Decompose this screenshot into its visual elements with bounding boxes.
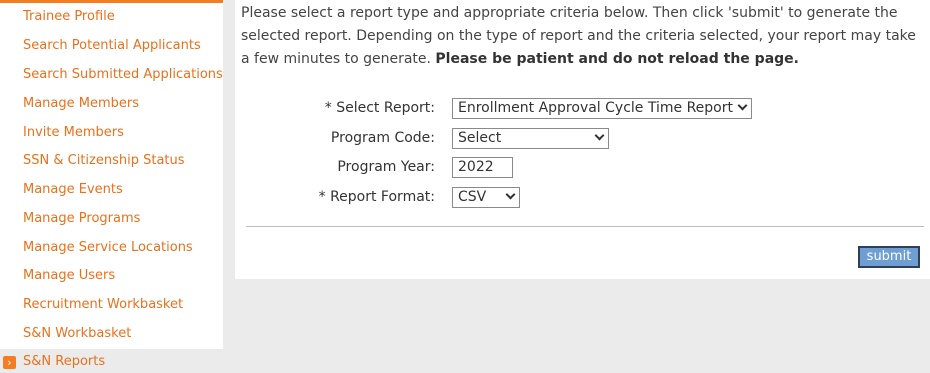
submit-button[interactable]: submit bbox=[858, 246, 920, 268]
sidebar-item-manage-events[interactable]: Manage Events bbox=[23, 182, 123, 198]
report-format-label: * Report Format: bbox=[318, 189, 435, 205]
report-format-dropdown[interactable]: CSV bbox=[452, 187, 520, 208]
sidebar-item-sn-workbasket[interactable]: S&N Workbasket bbox=[23, 326, 131, 342]
sidebar: Trainee Profile Search Potential Applica… bbox=[0, 0, 223, 373]
program-year-input[interactable]: 2022 bbox=[452, 157, 513, 178]
sidebar-item-label: S&N Reports bbox=[23, 354, 106, 369]
instructions-warning: Please be patient and do not reload the … bbox=[435, 51, 799, 67]
sidebar-item-invite-members[interactable]: Invite Members bbox=[23, 125, 124, 141]
chevron-down-icon bbox=[505, 189, 516, 200]
program-code-value: Select bbox=[458, 130, 502, 146]
instructions-text: Please select a report type and appropri… bbox=[241, 2, 926, 71]
sidebar-item-manage-service-locations[interactable]: Manage Service Locations bbox=[23, 240, 193, 256]
report-format-value: CSV bbox=[458, 189, 487, 205]
sidebar-item-search-potential-applicants[interactable]: Search Potential Applicants bbox=[23, 38, 201, 54]
chevron-down-icon bbox=[594, 130, 605, 141]
program-code-dropdown[interactable]: Select bbox=[452, 128, 609, 149]
sidebar-item-ssn-citizenship-status[interactable]: SSN & Citizenship Status bbox=[23, 153, 185, 169]
sidebar-item-recruitment-workbasket[interactable]: Recruitment Workbasket bbox=[23, 297, 183, 313]
sidebar-top-accent bbox=[0, 0, 223, 3]
sidebar-item-sn-reports[interactable]: › S&N Reports bbox=[0, 349, 223, 373]
sidebar-item-search-submitted-applications[interactable]: Search Submitted Applications bbox=[23, 67, 223, 83]
chevron-down-icon bbox=[737, 100, 748, 111]
report-panel: Please select a report type and appropri… bbox=[235, 0, 930, 279]
sidebar-item-manage-users[interactable]: Manage Users bbox=[23, 268, 115, 284]
select-report-dropdown[interactable]: Enrollment Approval Cycle Time Report bbox=[452, 98, 752, 119]
select-report-value: Enrollment Approval Cycle Time Report bbox=[458, 100, 733, 116]
sidebar-item-manage-programs[interactable]: Manage Programs bbox=[23, 211, 140, 227]
arrow-right-icon: › bbox=[3, 356, 16, 369]
select-report-label: * Select Report: bbox=[324, 100, 435, 116]
program-code-label: Program Code: bbox=[330, 130, 435, 146]
sidebar-item-manage-members[interactable]: Manage Members bbox=[23, 96, 139, 112]
form-divider bbox=[246, 226, 924, 227]
program-year-label: Program Year: bbox=[337, 159, 435, 175]
sidebar-item-trainee-profile[interactable]: Trainee Profile bbox=[23, 9, 115, 25]
